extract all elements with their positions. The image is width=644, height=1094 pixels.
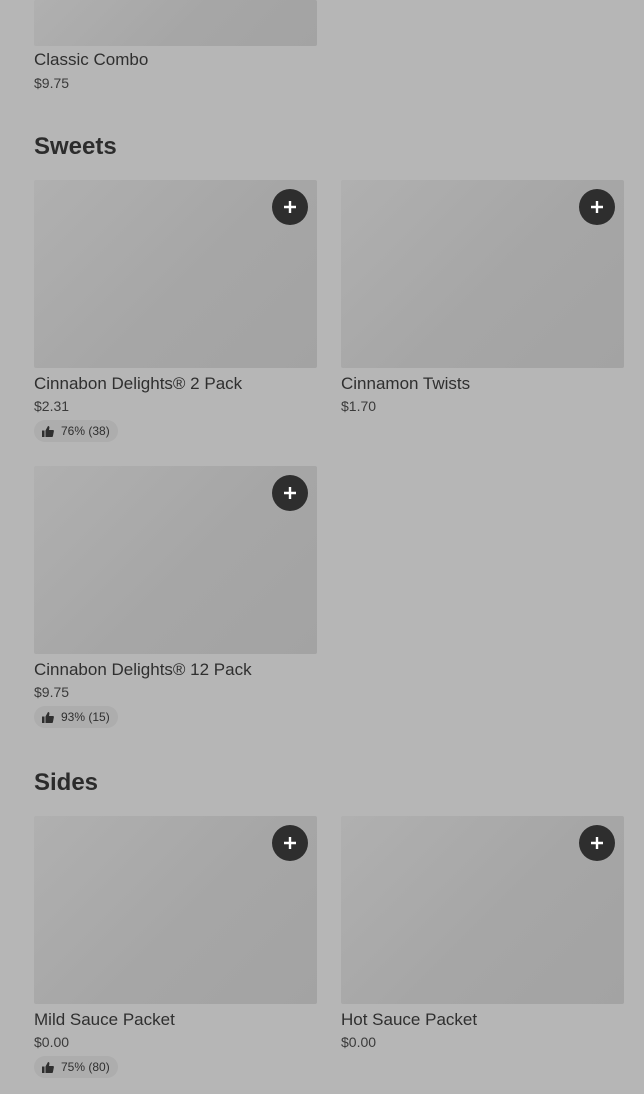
thumbs-up-icon	[42, 425, 54, 437]
menu-item-card[interactable]: Cinnabon Delights® 12 Pack $9.75 93% (15…	[34, 466, 317, 728]
add-to-cart-button[interactable]	[579, 825, 615, 861]
add-to-cart-button[interactable]	[579, 189, 615, 225]
plus-icon	[284, 487, 296, 499]
item-name: Cinnamon Twists	[341, 374, 471, 393]
menu-item-card[interactable]: Cinnabon Delights® 2 Pack $2.31 76% (38)	[34, 180, 317, 442]
item-name: Classic Combo	[34, 50, 149, 69]
menu-item-card[interactable]: Hot Sauce Packet $0.00	[341, 816, 624, 1051]
menu-page: Classic Combo $9.75 Sweets Cinnabon Deli…	[0, 0, 644, 1094]
item-price: $1.70	[341, 398, 377, 414]
thumbs-up-icon	[42, 711, 54, 723]
add-to-cart-button[interactable]	[272, 189, 308, 225]
item-image[interactable]	[34, 180, 317, 368]
rating-badge: 93% (15)	[34, 706, 118, 728]
item-price: $0.00	[341, 1034, 377, 1050]
plus-icon	[591, 837, 603, 849]
menu-item-card[interactable]: Classic Combo $9.75	[34, 0, 317, 92]
item-name: Cinnabon Delights® 2 Pack	[34, 374, 243, 393]
item-price: $9.75	[34, 684, 70, 700]
menu-item-card[interactable]: Mild Sauce Packet $0.00 75% (80)	[34, 816, 317, 1078]
plus-icon	[284, 837, 296, 849]
plus-icon	[284, 201, 296, 213]
item-price: $0.00	[34, 1034, 70, 1050]
item-name: Mild Sauce Packet	[34, 1010, 175, 1029]
item-image[interactable]	[34, 0, 317, 46]
item-name: Hot Sauce Packet	[341, 1010, 478, 1029]
item-price: $2.31	[34, 398, 70, 414]
rating-text: 75% (80)	[61, 1060, 110, 1074]
item-image[interactable]	[34, 466, 317, 654]
item-image[interactable]	[34, 816, 317, 1004]
rating-text: 93% (15)	[61, 710, 110, 724]
menu-item-card[interactable]: Cinnamon Twists $1.70	[341, 180, 624, 415]
rating-text: 76% (38)	[61, 424, 110, 438]
rating-badge: 76% (38)	[34, 420, 118, 442]
item-name: Cinnabon Delights® 12 Pack	[34, 660, 252, 679]
add-to-cart-button[interactable]	[272, 475, 308, 511]
thumbs-up-icon	[42, 1061, 54, 1073]
item-price: $9.75	[34, 75, 70, 91]
rating-badge: 75% (80)	[34, 1056, 118, 1078]
plus-icon	[591, 201, 603, 213]
section-title-sweets: Sweets	[34, 133, 117, 160]
item-image[interactable]	[341, 816, 624, 1004]
item-image[interactable]	[341, 180, 624, 368]
add-to-cart-button[interactable]	[272, 825, 308, 861]
section-title-sides: Sides	[34, 769, 99, 796]
